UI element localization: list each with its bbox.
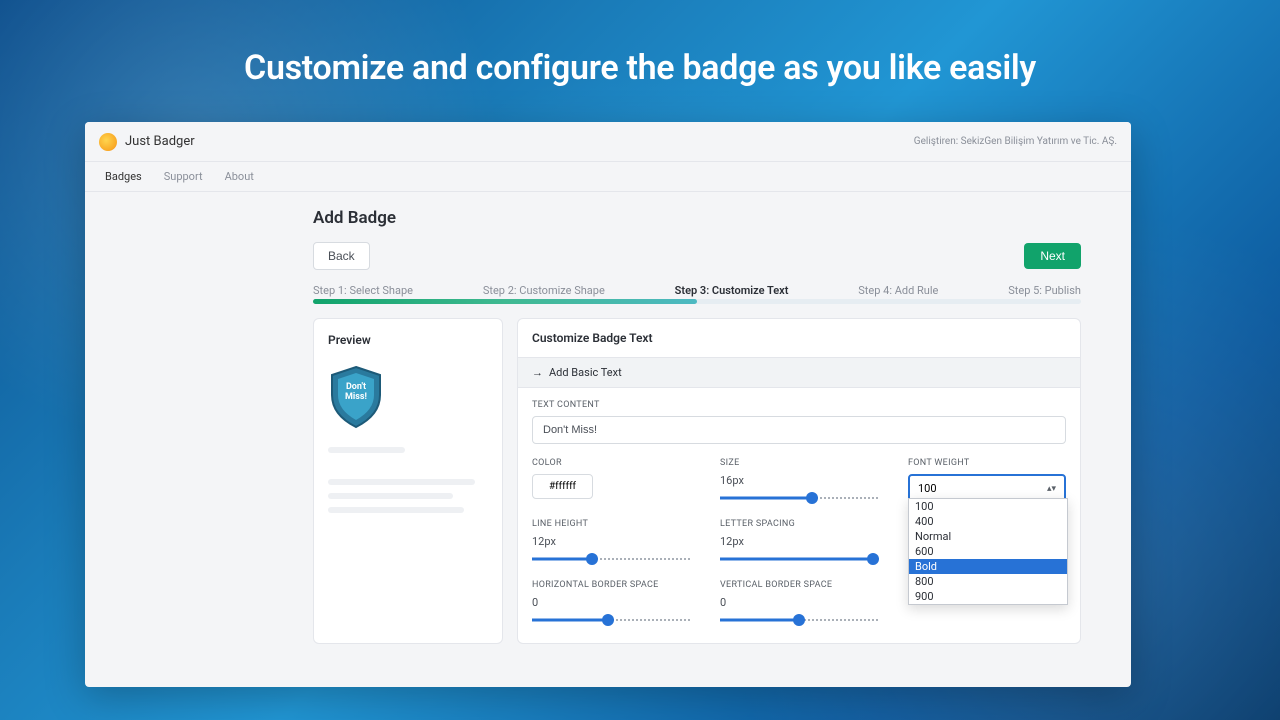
line-height-slider[interactable]	[532, 552, 690, 566]
fw-option-bold[interactable]: Bold	[909, 559, 1067, 574]
letter-spacing-slider[interactable]	[720, 552, 878, 566]
line-height-value: 12px	[532, 535, 690, 548]
letter-spacing-label: LETTER SPACING	[720, 519, 878, 529]
fw-option-800[interactable]: 800	[909, 574, 1067, 589]
form-title: Customize Badge Text	[518, 319, 1080, 357]
progress-fill	[313, 299, 697, 304]
skeleton-line	[328, 507, 464, 513]
app-title: Just Badger	[125, 134, 195, 149]
steps-row: Step 1: Select Shape Step 2: Customize S…	[313, 284, 1081, 297]
vbs-value: 0	[720, 596, 878, 609]
chevron-updown-icon: ▴▾	[1047, 484, 1056, 494]
fw-option-100[interactable]: 100	[909, 499, 1067, 514]
app-logo-icon	[99, 133, 117, 151]
fw-option-400[interactable]: 400	[909, 514, 1067, 529]
next-button[interactable]: Next	[1024, 243, 1081, 269]
step-5[interactable]: Step 5: Publish	[1008, 284, 1081, 297]
font-weight-label: FONT WEIGHT	[908, 458, 1066, 468]
line-height-label: LINE HEIGHT	[532, 519, 690, 529]
size-slider[interactable]	[720, 491, 878, 505]
step-3[interactable]: Step 3: Customize Text	[675, 284, 789, 297]
fw-option-normal[interactable]: Normal	[909, 529, 1067, 544]
vbs-label: VERTICAL BORDER SPACE	[720, 580, 878, 590]
size-label: SIZE	[720, 458, 878, 468]
font-weight-dropdown: 100 400 Normal 600 Bold 800 900	[908, 498, 1068, 605]
skeleton-line	[328, 479, 475, 485]
nav-badges[interactable]: Badges	[105, 170, 142, 183]
navbar: Badges Support About	[85, 162, 1131, 192]
badge-preview: Don't Miss!	[328, 365, 384, 429]
text-content-label: TEXT CONTENT	[532, 400, 1066, 410]
text-content-input[interactable]	[532, 416, 1066, 444]
hbs-slider[interactable]	[532, 613, 690, 627]
letter-spacing-value: 12px	[720, 535, 878, 548]
preview-title: Preview	[328, 333, 488, 347]
form-panel: Customize Badge Text → Add Basic Text TE…	[517, 318, 1081, 644]
nav-support[interactable]: Support	[164, 170, 203, 183]
skeleton-line	[328, 493, 453, 499]
progress-track	[313, 299, 1081, 304]
page-headline: Customize and configure the badge as you…	[0, 48, 1280, 88]
step-1[interactable]: Step 1: Select Shape	[313, 284, 413, 297]
developer-credit: Geliştiren: SekizGen Bilişim Yatırım ve …	[914, 136, 1117, 147]
topbar: Just Badger Geliştiren: SekizGen Bilişim…	[85, 122, 1131, 162]
back-button[interactable]: Back	[313, 242, 370, 270]
nav-about[interactable]: About	[225, 170, 254, 183]
color-picker[interactable]: #ffffff	[532, 474, 593, 499]
step-4[interactable]: Step 4: Add Rule	[858, 284, 938, 297]
color-label: COLOR	[532, 458, 690, 468]
app-window: Just Badger Geliştiren: SekizGen Bilişim…	[85, 122, 1131, 687]
step-2[interactable]: Step 2: Customize Shape	[483, 284, 605, 297]
skeleton-line	[328, 447, 405, 453]
hbs-value: 0	[532, 596, 690, 609]
fw-option-900[interactable]: 900	[909, 589, 1067, 604]
size-value: 16px	[720, 474, 878, 487]
page-title: Add Badge	[313, 208, 1081, 228]
fw-option-600[interactable]: 600	[909, 544, 1067, 559]
vbs-slider[interactable]	[720, 613, 878, 627]
arrow-right-icon: →	[532, 366, 543, 379]
preview-panel: Preview Don't Miss!	[313, 318, 503, 644]
badge-text: Don't Miss!	[328, 383, 384, 403]
hbs-label: HORIZONTAL BORDER SPACE	[532, 580, 690, 590]
add-basic-text-button[interactable]: → Add Basic Text	[518, 357, 1080, 388]
